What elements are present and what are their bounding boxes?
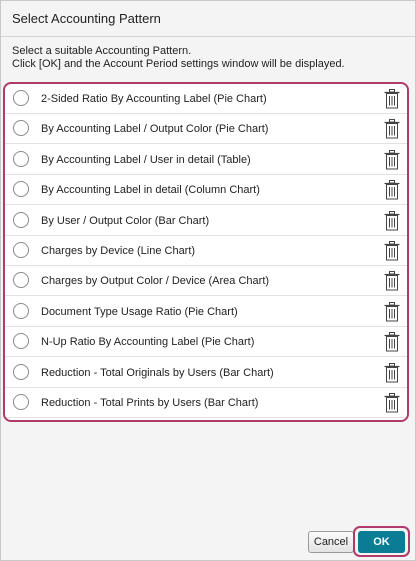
pattern-row[interactable]: Charges by Output Color / Device (Area C… bbox=[5, 266, 407, 297]
pattern-row[interactable]: By Accounting Label in detail (Column Ch… bbox=[5, 175, 407, 206]
trash-icon[interactable] bbox=[384, 149, 400, 170]
trash-icon[interactable] bbox=[384, 241, 400, 261]
instruction-line: Click [OK] and the Account Period settin… bbox=[12, 58, 345, 70]
trash-icon[interactable] bbox=[384, 210, 400, 231]
accounting-pattern-list: 2-Sided Ratio By Accounting Label (Pie C… bbox=[3, 82, 409, 422]
pattern-row[interactable]: 2-Sided Ratio By Accounting Label (Pie C… bbox=[5, 84, 407, 114]
pattern-row[interactable]: Reduction - Total Prints by Users (Bar C… bbox=[5, 388, 407, 418]
pattern-label: By Accounting Label / User in detail (Ta… bbox=[41, 153, 251, 166]
trash-icon[interactable] bbox=[384, 301, 400, 322]
pattern-radio-button[interactable] bbox=[13, 150, 29, 167]
pattern-row[interactable]: By Accounting Label / Output Color (Pie … bbox=[5, 114, 407, 145]
trash-icon[interactable] bbox=[384, 119, 400, 139]
trash-icon[interactable] bbox=[384, 393, 400, 413]
pattern-radio-button[interactable] bbox=[13, 120, 29, 137]
pattern-row[interactable]: Document Type Usage Ratio (Pie Chart) bbox=[5, 297, 407, 327]
instruction-line: Select a suitable Accounting Pattern. bbox=[12, 45, 192, 57]
dialog-title-bar: Select Accounting Pattern bbox=[1, 1, 415, 37]
pattern-label: By Accounting Label in detail (Column Ch… bbox=[41, 184, 260, 197]
pattern-label: By Accounting Label / Output Color (Pie … bbox=[41, 123, 269, 136]
pattern-radio-button[interactable] bbox=[13, 211, 29, 228]
pattern-radio-button[interactable] bbox=[13, 333, 29, 350]
dialog-instructions: Select a suitable Accounting Pattern. Cl… bbox=[12, 45, 345, 71]
pattern-label: By User / Output Color (Bar Chart) bbox=[41, 214, 210, 227]
select-accounting-pattern-dialog: Select Accounting Pattern Select a suita… bbox=[0, 0, 416, 561]
ok-button[interactable]: OK bbox=[358, 531, 405, 553]
pattern-label: N-Up Ratio By Accounting Label (Pie Char… bbox=[41, 336, 255, 349]
pattern-row[interactable]: By User / Output Color (Bar Chart) bbox=[5, 206, 407, 236]
pattern-row[interactable]: Charges by Device (Line Chart) bbox=[5, 236, 407, 266]
cancel-button[interactable]: Cancel bbox=[308, 531, 354, 553]
dialog-title: Select Accounting Pattern bbox=[12, 11, 161, 26]
trash-icon[interactable] bbox=[384, 271, 400, 291]
pattern-label: Charges by Output Color / Device (Area C… bbox=[41, 275, 270, 288]
pattern-row[interactable]: N-Up Ratio By Accounting Label (Pie Char… bbox=[5, 327, 407, 358]
pattern-label: Reduction - Total Originals by Users (Ba… bbox=[41, 366, 274, 379]
trash-icon[interactable] bbox=[384, 332, 400, 352]
pattern-label: 2-Sided Ratio By Accounting Label (Pie C… bbox=[41, 93, 267, 105]
trash-icon[interactable] bbox=[384, 180, 400, 200]
pattern-label: Reduction - Total Prints by Users (Bar C… bbox=[41, 397, 259, 409]
pattern-radio-button[interactable] bbox=[13, 181, 29, 198]
pattern-radio-button[interactable] bbox=[13, 394, 29, 410]
pattern-row[interactable]: Reduction - Total Originals by Users (Ba… bbox=[5, 358, 407, 388]
trash-icon[interactable] bbox=[384, 89, 400, 109]
pattern-row[interactable]: By Accounting Label / User in detail (Ta… bbox=[5, 145, 407, 175]
pattern-radio-button[interactable] bbox=[13, 363, 29, 380]
pattern-radio-button[interactable] bbox=[13, 272, 29, 289]
pattern-radio-button[interactable] bbox=[13, 242, 29, 258]
pattern-label: Charges by Device (Line Chart) bbox=[41, 245, 196, 257]
pattern-radio-button[interactable] bbox=[13, 302, 29, 319]
pattern-label: Document Type Usage Ratio (Pie Chart) bbox=[41, 305, 238, 318]
pattern-radio-button[interactable] bbox=[13, 90, 29, 106]
trash-icon[interactable] bbox=[384, 362, 400, 383]
